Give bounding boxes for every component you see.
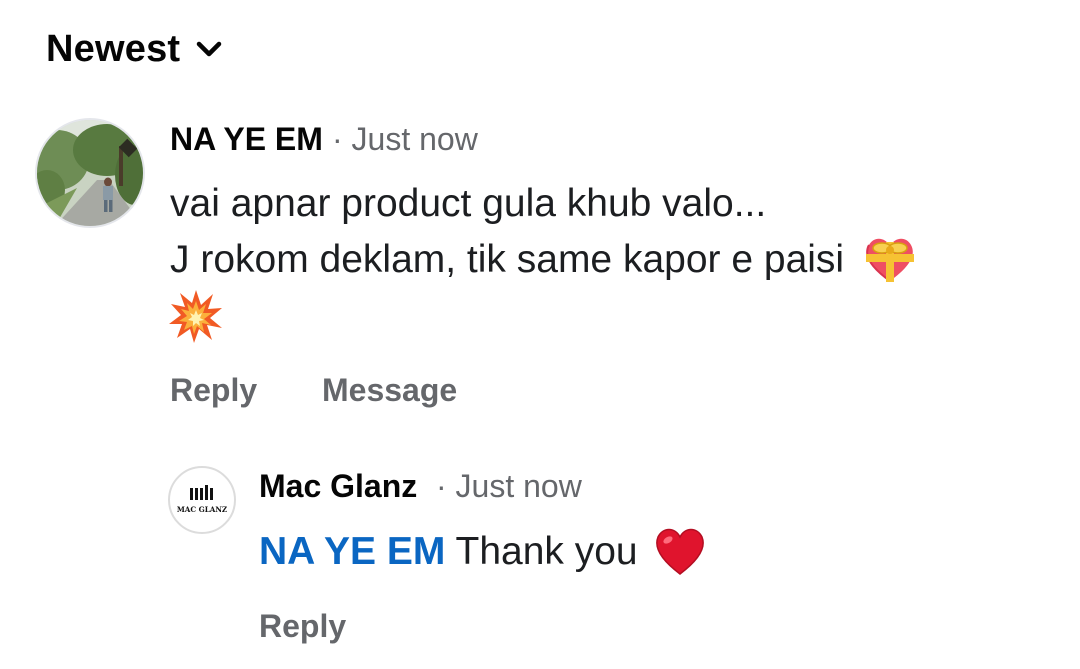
chevron-down-icon [197,41,222,56]
mac-glanz-logo: MAC GLANZ [177,485,227,514]
comment-text-line-1: vai apnar product gula khub valo... [170,182,767,225]
comment-timestamp: · Just now [332,121,478,157]
logo-text: MAC GLANZ [177,505,227,514]
replier-avatar[interactable]: MAC GLANZ [168,466,236,534]
comment-author[interactable]: NA YE EM [170,121,323,158]
collision-emoji [169,290,222,343]
reply-text: NA YE EM Thank you [259,523,708,580]
red-heart-emoji [656,528,705,575]
comment-text-line-2: J rokom deklam, tik same kapor e paisi [170,231,917,288]
reply-button-2[interactable]: Reply [259,608,346,645]
sort-dropdown[interactable]: Newest [46,28,222,71]
reply-author[interactable]: Mac Glanz [259,468,417,505]
reply-timestamp: · Just now [436,468,582,504]
mention-link[interactable]: NA YE EM [259,530,445,573]
reply-message: Thank you [455,530,638,573]
commenter-avatar[interactable] [35,118,145,228]
reply-button[interactable]: Reply [170,372,257,409]
gift-heart-emoji [865,238,914,282]
comment-text-line-2-text: J rokom deklam, tik same kapor e paisi [170,238,845,281]
sort-label: Newest [46,28,181,70]
message-button[interactable]: Message [322,372,457,409]
avatar-photo [37,120,143,226]
